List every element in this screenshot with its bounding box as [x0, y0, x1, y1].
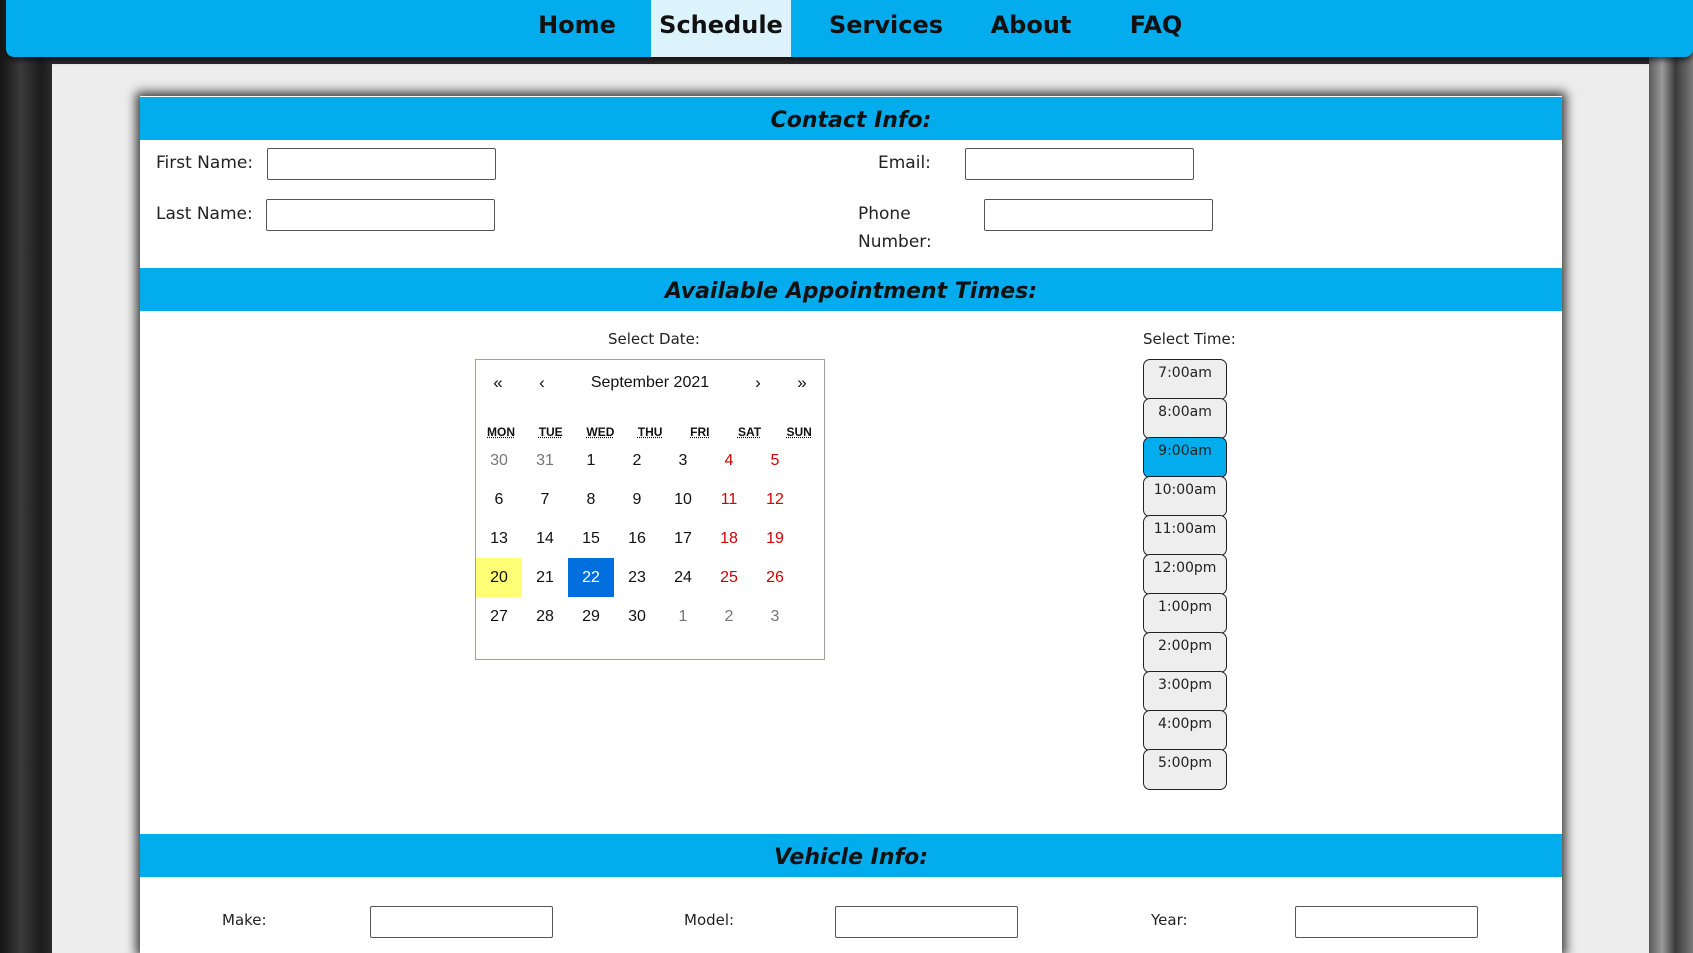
year-label: Year: [1151, 911, 1188, 929]
calendar-day[interactable]: 19 [752, 519, 798, 558]
calendar-day[interactable]: 14 [522, 519, 568, 558]
model-input[interactable] [835, 906, 1018, 938]
calendar-day[interactable]: 5 [752, 441, 798, 480]
top-navbar: Home Schedule Services About FAQ [6, 0, 1693, 57]
calendar-day[interactable]: 24 [660, 558, 706, 597]
calendar-day[interactable]: 2 [706, 597, 752, 636]
time-slot-button[interactable]: 10:00am [1143, 476, 1227, 517]
phone-input[interactable] [984, 199, 1213, 231]
calendar-day[interactable]: 17 [660, 519, 706, 558]
weekday-label: FRI [690, 425, 710, 439]
weekday-label: THU [637, 425, 663, 439]
calendar-day[interactable]: 18 [706, 519, 752, 558]
calendar-day[interactable]: 11 [706, 480, 752, 519]
calendar-day[interactable]: 4 [706, 441, 752, 480]
time-slot-button[interactable]: 7:00am [1143, 359, 1227, 400]
appointment-heading: Available Appointment Times: [140, 268, 1562, 311]
make-input[interactable] [370, 906, 553, 938]
weekday-label: WED [586, 425, 615, 439]
select-time-label: Select Time: [1143, 330, 1236, 348]
time-slot-button[interactable]: 4:00pm [1143, 710, 1227, 751]
first-name-input[interactable] [267, 148, 496, 180]
calendar-day[interactable]: 2 [614, 441, 660, 480]
calendar-day[interactable]: 31 [522, 441, 568, 480]
calendar-day[interactable]: 22 [568, 558, 614, 597]
time-slot-button[interactable]: 8:00am [1143, 398, 1227, 439]
calendar-day[interactable]: 26 [752, 558, 798, 597]
phone-label-line2: Number: [858, 232, 932, 252]
calendar-day[interactable]: 1 [660, 597, 706, 636]
calendar-day[interactable]: 8 [568, 480, 614, 519]
calendar-prev-year-button[interactable]: « [476, 360, 520, 406]
calendar-day[interactable]: 25 [706, 558, 752, 597]
schedule-form: Contact Info: First Name: Last Name: Ema… [140, 96, 1562, 953]
calendar-day[interactable]: 6 [476, 480, 522, 519]
calendar-day[interactable]: 10 [660, 480, 706, 519]
weekday-label: SUN [786, 425, 812, 439]
calendar-month-title[interactable]: September 2021 [564, 360, 736, 406]
calendar-day[interactable]: 3 [752, 597, 798, 636]
nav-faq[interactable]: FAQ [1116, 0, 1196, 57]
nav-about[interactable]: About [981, 0, 1081, 57]
calendar-prev-month-button[interactable]: ‹ [520, 360, 564, 406]
phone-label-line1: Phone [858, 204, 911, 224]
calendar-day[interactable]: 9 [614, 480, 660, 519]
nav-schedule[interactable]: Schedule [651, 0, 791, 57]
calendar-day[interactable]: 12 [752, 480, 798, 519]
email-input[interactable] [965, 148, 1194, 180]
time-slot-button[interactable]: 2:00pm [1143, 632, 1227, 673]
calendar-day[interactable]: 7 [522, 480, 568, 519]
background-photo-left [0, 0, 52, 953]
date-calendar: « ‹ September 2021 › » MON TUE WED THU FRI SA… [475, 359, 825, 660]
nav-services[interactable]: Services [821, 0, 951, 57]
time-slot-button[interactable]: 1:00pm [1143, 593, 1227, 634]
time-slot-button[interactable]: 3:00pm [1143, 671, 1227, 712]
vehicle-info-heading: Vehicle Info: [140, 834, 1562, 877]
calendar-day[interactable]: 21 [522, 558, 568, 597]
time-slot-button[interactable]: 9:00am [1143, 437, 1227, 478]
calendar-day[interactable]: 15 [568, 519, 614, 558]
calendar-day[interactable]: 13 [476, 519, 522, 558]
calendar-day[interactable]: 16 [614, 519, 660, 558]
time-slot-button[interactable]: 12:00pm [1143, 554, 1227, 595]
background-photo-right [1649, 0, 1693, 953]
calendar-day[interactable]: 20 [476, 558, 522, 597]
calendar-next-month-button[interactable]: › [736, 360, 780, 406]
time-slot-button[interactable]: 5:00pm [1143, 749, 1227, 790]
make-label: Make: [222, 911, 267, 929]
calendar-day[interactable]: 1 [568, 441, 614, 480]
year-input[interactable] [1295, 906, 1478, 938]
weekday-label: SAT [737, 425, 762, 439]
email-label: Email: [878, 153, 931, 173]
last-name-input[interactable] [266, 199, 495, 231]
calendar-day[interactable]: 3 [660, 441, 706, 480]
calendar-next-year-button[interactable]: » [780, 360, 824, 406]
contact-info-heading: Contact Info: [140, 97, 1562, 140]
last-name-label: Last Name: [156, 204, 253, 224]
weekday-label: TUE [538, 425, 563, 439]
first-name-label: First Name: [156, 153, 254, 173]
model-label: Model: [684, 911, 735, 929]
calendar-day[interactable]: 27 [476, 597, 522, 636]
calendar-day[interactable]: 30 [476, 441, 522, 480]
calendar-day[interactable]: 29 [568, 597, 614, 636]
nav-home[interactable]: Home [517, 0, 637, 57]
weekday-label: MON [487, 425, 515, 439]
calendar-day[interactable]: 23 [614, 558, 660, 597]
select-date-label: Select Date: [608, 330, 700, 348]
time-slot-button[interactable]: 11:00am [1143, 515, 1227, 556]
calendar-day[interactable]: 30 [614, 597, 660, 636]
calendar-day[interactable]: 28 [522, 597, 568, 636]
